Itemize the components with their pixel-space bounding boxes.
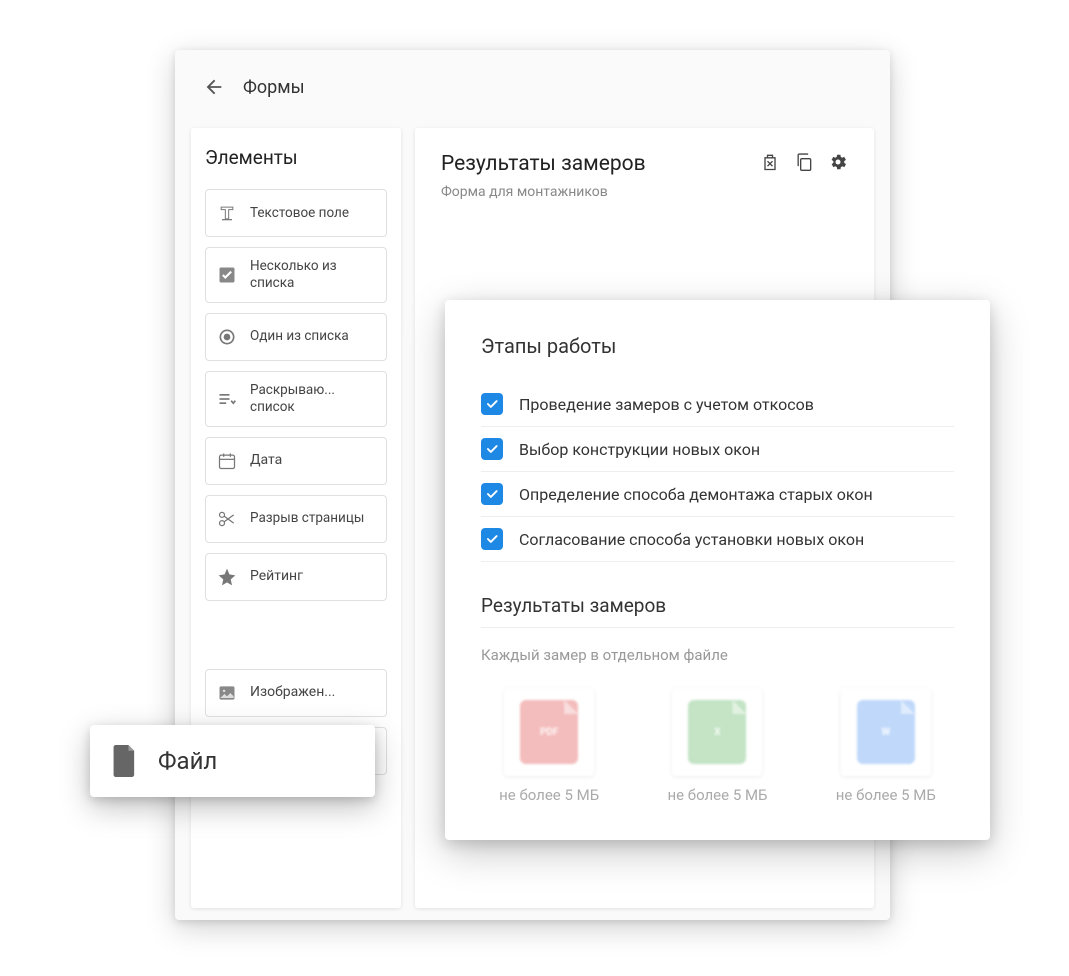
dropdown-icon bbox=[216, 388, 238, 410]
header: Формы bbox=[175, 50, 890, 128]
file-upload-tile[interactable]: X не более 5 МБ bbox=[649, 688, 785, 804]
xls-file-icon: X bbox=[688, 700, 746, 764]
calendar-icon bbox=[216, 450, 238, 472]
section-title: Этапы работы bbox=[481, 334, 954, 358]
back-arrow-icon[interactable] bbox=[203, 76, 225, 98]
element-date[interactable]: Дата bbox=[205, 437, 387, 485]
file-size-caption: не более 5 МБ bbox=[649, 786, 785, 804]
gear-icon[interactable] bbox=[828, 152, 848, 172]
element-checkbox-list[interactable]: Несколько из списка bbox=[205, 247, 387, 303]
element-image[interactable]: Изображен... bbox=[205, 669, 387, 717]
element-label: Текстовое поле bbox=[250, 205, 349, 222]
dragging-element-chip[interactable]: Файл bbox=[90, 725, 375, 797]
checklist-label: Выбор конструкции новых окон bbox=[519, 440, 760, 459]
page-title: Формы bbox=[243, 77, 305, 98]
checklist-label: Согласование способа установки новых око… bbox=[519, 530, 864, 549]
file-size-caption: не более 5 МБ bbox=[481, 786, 617, 804]
checked-checkbox-icon[interactable] bbox=[481, 438, 503, 460]
checklist-item[interactable]: Проведение замеров с учетом откосов bbox=[481, 382, 954, 427]
star-icon bbox=[216, 566, 238, 588]
delete-icon[interactable] bbox=[760, 152, 780, 172]
element-dropdown[interactable]: Раскрываю... список bbox=[205, 371, 387, 427]
file-upload-tile[interactable]: PDF не более 5 МБ bbox=[481, 688, 617, 804]
file-upload-tile[interactable]: W не более 5 МБ bbox=[818, 688, 954, 804]
element-label: Несколько из списка bbox=[250, 258, 376, 292]
file-size-caption: не более 5 МБ bbox=[818, 786, 954, 804]
checked-checkbox-icon[interactable] bbox=[481, 393, 503, 415]
checkbox-icon bbox=[216, 264, 238, 286]
image-icon bbox=[216, 682, 238, 704]
element-label: Разрыв страницы bbox=[250, 510, 364, 527]
checked-checkbox-icon[interactable] bbox=[481, 483, 503, 505]
form-subtitle: Форма для монтажников bbox=[441, 184, 646, 200]
element-label: Рейтинг bbox=[250, 568, 303, 586]
form-title: Результаты замеров bbox=[441, 152, 646, 176]
sidebar-title: Элементы bbox=[205, 146, 387, 169]
checked-checkbox-icon[interactable] bbox=[481, 528, 503, 550]
element-text-field[interactable]: Текстовое поле bbox=[205, 189, 387, 237]
checklist-label: Проведение замеров с учетом откосов bbox=[519, 395, 814, 414]
element-page-break[interactable]: Разрыв страницы bbox=[205, 495, 387, 543]
text-field-icon bbox=[216, 202, 238, 224]
element-label: Один из списка bbox=[250, 328, 349, 345]
results-hint: Каждый замер в отдельном файле bbox=[481, 646, 954, 664]
form-preview-overlay: Этапы работы Проведение замеров с учетом… bbox=[445, 300, 990, 840]
element-label: Изображен... bbox=[250, 684, 335, 702]
file-icon bbox=[110, 746, 140, 776]
radio-icon bbox=[216, 326, 238, 348]
element-radio-list[interactable]: Один из списка bbox=[205, 313, 387, 361]
checklist-item[interactable]: Определение способа демонтажа старых око… bbox=[481, 472, 954, 517]
chip-label: Файл bbox=[158, 747, 217, 775]
pdf-file-icon: PDF bbox=[520, 700, 578, 764]
results-section-title: Результаты замеров bbox=[481, 594, 954, 628]
element-rating[interactable]: Рейтинг bbox=[205, 553, 387, 601]
copy-icon[interactable] bbox=[794, 152, 814, 172]
element-label: Раскрываю... список bbox=[250, 382, 376, 416]
checklist-label: Определение способа демонтажа старых око… bbox=[519, 485, 873, 504]
checklist-item[interactable]: Согласование способа установки новых око… bbox=[481, 517, 954, 562]
doc-file-icon: W bbox=[857, 700, 915, 764]
element-label: Дата bbox=[250, 452, 282, 470]
checklist-item[interactable]: Выбор конструкции новых окон bbox=[481, 427, 954, 472]
scissors-icon bbox=[216, 508, 238, 530]
